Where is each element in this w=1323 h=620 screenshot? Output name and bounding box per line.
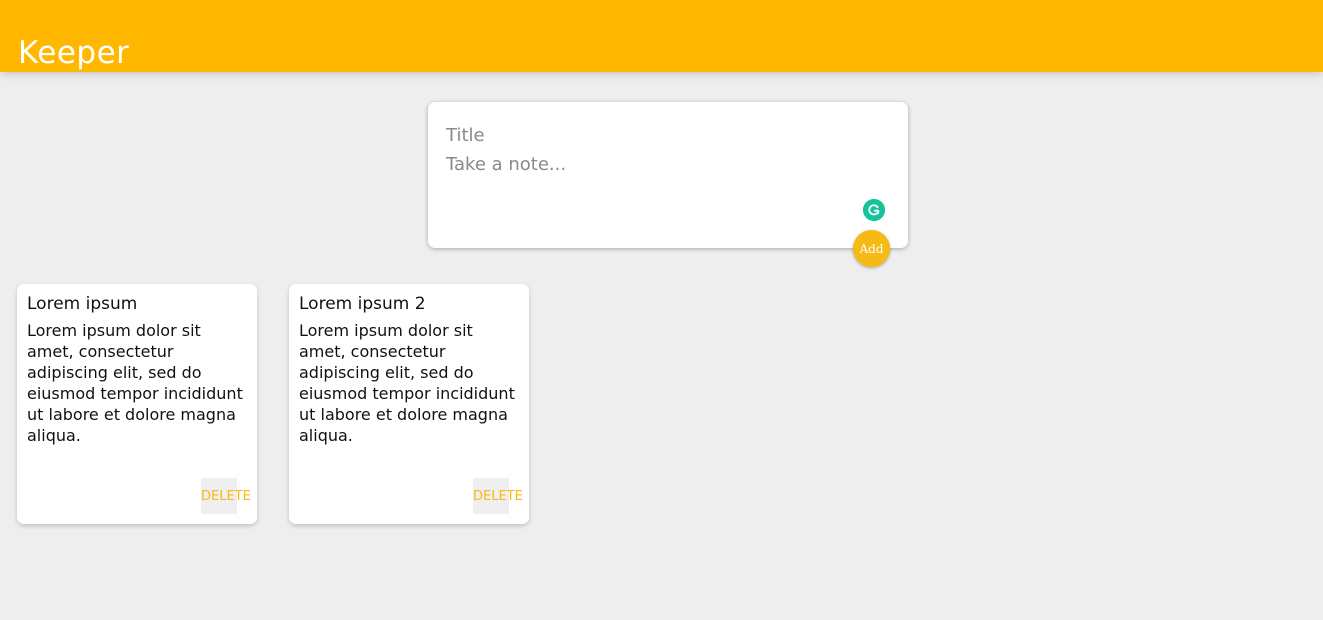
note-content-input[interactable] xyxy=(446,154,866,234)
app-header: Keeper xyxy=(0,0,1323,72)
note-card: Lorem ipsum 2 Lorem ipsum dolor sit amet… xyxy=(289,284,529,524)
create-note-form: Add xyxy=(428,102,908,267)
note-card: Lorem ipsum Lorem ipsum dolor sit amet, … xyxy=(17,284,257,524)
note-title: Lorem ipsum xyxy=(27,294,138,314)
delete-note-button[interactable]: DELETE xyxy=(473,478,523,514)
add-note-button[interactable]: Add xyxy=(853,230,890,267)
note-title-input[interactable] xyxy=(446,122,886,148)
note-content: Lorem ipsum dolor sit amet, consectetur … xyxy=(27,321,243,445)
grammarly-icon[interactable] xyxy=(863,199,885,221)
note-title: Lorem ipsum 2 xyxy=(299,294,426,314)
app-title: Keeper xyxy=(18,34,130,71)
delete-note-button[interactable]: DELETE xyxy=(201,478,251,514)
note-content: Lorem ipsum dolor sit amet, consectetur … xyxy=(299,321,515,445)
